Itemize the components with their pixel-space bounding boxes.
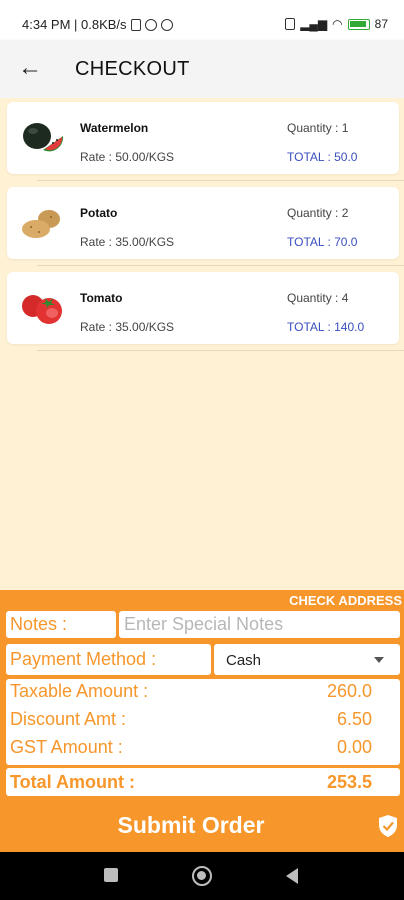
cart-list: Watermelon Rate : 50.00/KGS Quantity : 1… (0, 98, 404, 590)
gst-value: 0.00 (336, 737, 372, 757)
back-icon[interactable] (286, 868, 298, 884)
shield-check-icon (379, 815, 397, 837)
cart-item: Tomato Rate : 35.00/KGS Quantity : 4 TOT… (7, 272, 399, 344)
gst-row: GST Amount : 0.00 (10, 737, 372, 761)
status-time: 4:34 PM | 0.8KB/s (22, 17, 127, 32)
status-right: ▂▄▆ ◠ 87 (285, 17, 388, 31)
notes-input[interactable]: Enter Special Notes (119, 611, 400, 638)
check-address-link[interactable]: CHECK ADDRESS (289, 593, 402, 608)
total-amount-label: Total Amount : (10, 772, 135, 792)
signal-icon: ▂▄▆ (300, 17, 328, 31)
divider (37, 265, 404, 266)
wifi-icon: ◠ (332, 17, 343, 31)
app-bar: ← CHECKOUT (0, 40, 404, 98)
item-total: TOTAL : 140.0 (287, 320, 365, 334)
total-amount-row: Total Amount : 253.5 (6, 768, 400, 796)
item-total: TOTAL : 50.0 (287, 150, 358, 164)
item-total: TOTAL : 70.0 (287, 235, 358, 249)
item-name: Watermelon (80, 121, 149, 135)
taxable-row: Taxable Amount : 260.0 (10, 681, 372, 705)
payment-method-select[interactable]: Cash (214, 644, 400, 675)
divider (37, 180, 404, 181)
discount-value: 6.50 (336, 709, 372, 729)
cart-item: Potato Rate : 35.00/KGS Quantity : 2 TOT… (7, 187, 399, 259)
cart-item: Watermelon Rate : 50.00/KGS Quantity : 1… (7, 102, 399, 174)
status-left: 4:34 PM | 0.8KB/s (22, 17, 173, 32)
system-nav-bar (0, 852, 404, 900)
item-quantity: Quantity : 2 (287, 206, 349, 220)
total-amount-value: 253.5 (326, 772, 372, 792)
payment-method-value: Cash (226, 652, 262, 669)
nfc-icon (285, 18, 296, 30)
item-quantity: Quantity : 4 (287, 291, 349, 305)
settings-notification-icon (160, 18, 173, 31)
tomato-icon (22, 295, 62, 324)
divider (37, 350, 404, 351)
item-rate: Rate : 35.00/KGS (80, 235, 175, 249)
submit-order-button[interactable]: Submit Order (0, 802, 404, 852)
back-arrow-icon[interactable]: ← (16, 54, 44, 82)
app-notification-icon (144, 18, 157, 31)
gst-label: GST Amount : (10, 737, 123, 757)
submit-order-label: Submit Order (117, 812, 265, 838)
recents-icon[interactable] (104, 868, 118, 882)
battery-icon (347, 18, 370, 30)
item-name: Potato (80, 206, 118, 220)
sim-icon (130, 18, 141, 31)
page-title: CHECKOUT (75, 58, 190, 80)
item-name: Tomato (80, 291, 123, 305)
payment-method-label: Payment Method : (6, 644, 211, 675)
taxable-label: Taxable Amount : (10, 681, 149, 701)
discount-row: Discount Amt : 6.50 (10, 709, 372, 733)
amounts-box: Taxable Amount : 260.0 Discount Amt : 6.… (6, 679, 400, 765)
item-rate: Rate : 35.00/KGS (80, 320, 175, 334)
item-rate: Rate : 50.00/KGS (80, 150, 175, 164)
watermelon-icon (23, 123, 64, 152)
order-summary: CHECK ADDRESS Notes : Enter Special Note… (0, 590, 404, 852)
notes-label: Notes : (6, 611, 116, 638)
home-icon[interactable] (192, 866, 212, 886)
taxable-value: 260.0 (326, 681, 372, 701)
battery-percent: 87 (374, 17, 388, 31)
status-bar: 4:34 PM | 0.8KB/s ▂▄▆ ◠ 87 (0, 0, 404, 40)
discount-label: Discount Amt : (10, 709, 127, 729)
potato-icon (22, 210, 60, 238)
chevron-down-icon (374, 657, 384, 663)
item-quantity: Quantity : 1 (287, 121, 349, 135)
